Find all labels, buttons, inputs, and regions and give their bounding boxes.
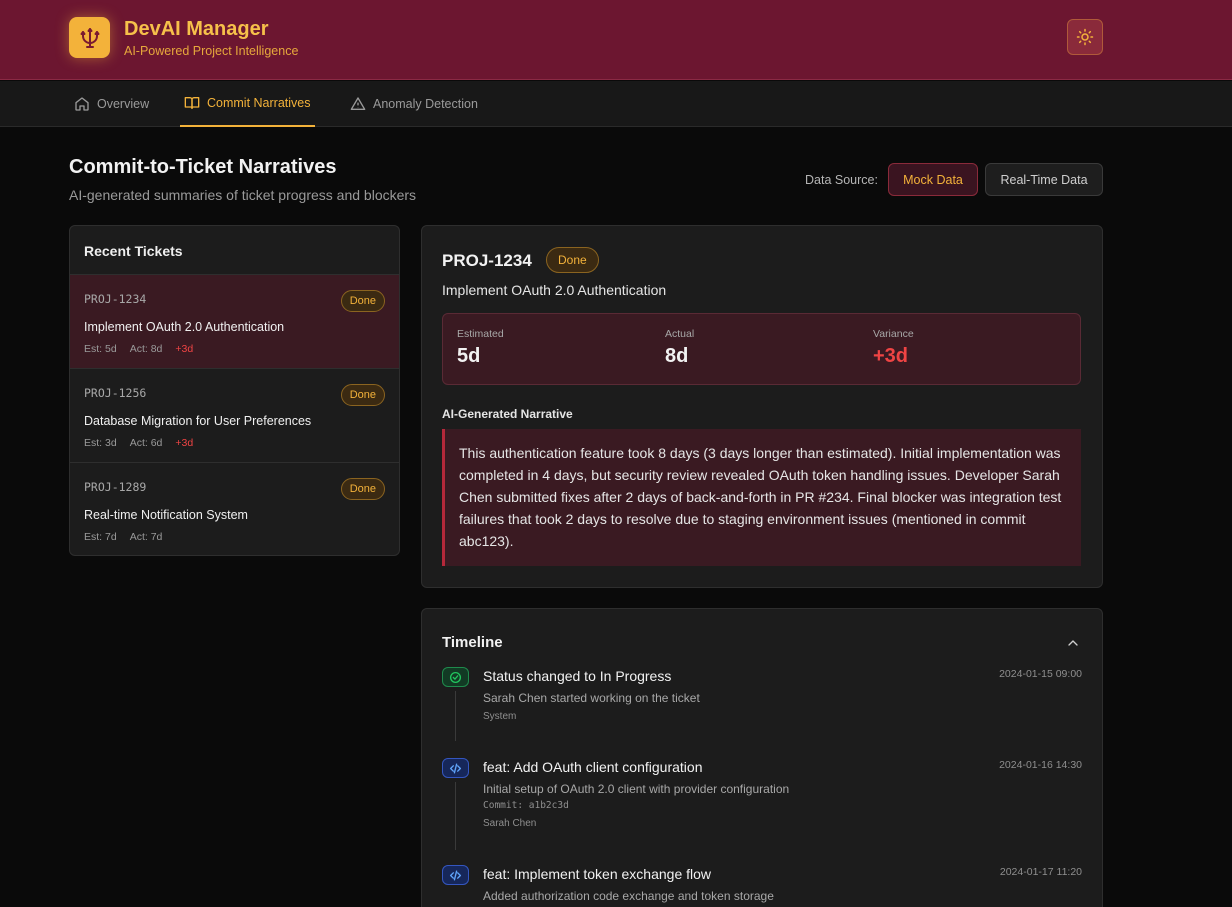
estimated-label: Estimated: [457, 328, 504, 340]
collapse-toggle-button[interactable]: [1063, 633, 1083, 653]
tab-label: Commit Narratives: [207, 96, 311, 110]
variance-label: Variance: [873, 328, 914, 340]
ticket-estimate: Est: 7d: [84, 531, 117, 543]
real-time-data-button[interactable]: Real-Time Data: [985, 163, 1103, 196]
ticket-item[interactable]: PROJ-1256 Done Database Migration for Us…: [70, 369, 399, 463]
sun-icon: [1076, 28, 1094, 46]
ticket-id: PROJ-1256: [84, 386, 147, 400]
ticket-variance: +3d: [175, 343, 194, 355]
book-icon: [184, 97, 200, 109]
event-title: Status changed to In Progress: [483, 668, 672, 684]
home-icon: [75, 97, 89, 111]
ticket-id: PROJ-1289: [84, 480, 147, 494]
timeline-card: Timeline Status changed to In Progress 2…: [421, 608, 1103, 907]
timeline-connector: [455, 782, 456, 850]
event-description: Added authorization code exchange and to…: [483, 889, 774, 903]
recent-tickets-panel: Recent Tickets PROJ-1234 Done Implement …: [69, 225, 400, 556]
ticket-variance: +3d: [175, 437, 194, 449]
timeline-connector: [455, 691, 456, 741]
code-icon: [442, 758, 469, 778]
ticket-item[interactable]: PROJ-1234 Done Implement OAuth 2.0 Authe…: [70, 275, 399, 369]
main-nav: Overview Commit Narratives Anomaly Detec…: [0, 81, 1232, 127]
ticket-actual: Act: 7d: [129, 531, 163, 543]
theme-toggle-button[interactable]: [1067, 19, 1103, 55]
tab-overview[interactable]: Overview: [74, 81, 149, 127]
event-date: 2024-01-15 09:00: [999, 668, 1082, 680]
status-badge: Done: [340, 478, 385, 500]
ticket-title: Implement OAuth 2.0 Authentication: [84, 320, 285, 334]
page-title: Commit-to-Ticket Narratives: [69, 156, 337, 178]
event-date: 2024-01-16 14:30: [999, 759, 1082, 771]
ticket-estimate: Est: 3d: [84, 437, 117, 449]
event-title: feat: Implement token exchange flow: [483, 866, 712, 882]
ticket-detail-card: PROJ-1234 Done Implement OAuth 2.0 Authe…: [421, 225, 1103, 588]
ticket-title: Database Migration for User Preferences: [84, 414, 312, 428]
page-subtitle: AI-generated summaries of ticket progres…: [69, 187, 417, 203]
mock-data-button[interactable]: Mock Data: [888, 163, 978, 196]
app-subtitle: AI-Powered Project Intelligence: [124, 44, 299, 58]
ticket-item[interactable]: PROJ-1289 Done Real-time Notification Sy…: [70, 463, 399, 555]
event-description: Sarah Chen started working on the ticket: [483, 691, 700, 705]
ticket-id: PROJ-1234: [84, 292, 147, 306]
status-badge: Done: [340, 290, 385, 312]
trident-icon: [69, 17, 110, 58]
variance-value: +3d: [873, 345, 909, 367]
status-badge: Done: [546, 247, 599, 273]
tab-label: Anomaly Detection: [373, 97, 478, 111]
status-badge: Done: [340, 384, 385, 406]
estimated-value: 5d: [457, 345, 481, 367]
tab-commit-narratives[interactable]: Commit Narratives: [180, 81, 315, 127]
event-title: feat: Add OAuth client configuration: [483, 759, 703, 775]
ticket-title: Real-time Notification System: [84, 508, 248, 522]
app-title: DevAI Manager: [124, 18, 269, 40]
recent-tickets-heading: Recent Tickets: [70, 226, 399, 275]
actual-label: Actual: [665, 328, 695, 340]
check-circle-icon: [442, 667, 469, 687]
timeline-heading: Timeline: [442, 634, 503, 651]
app-header: DevAI Manager AI-Powered Project Intelli…: [0, 0, 1232, 80]
event-author: System: [483, 711, 517, 722]
chevron-up-icon: [1068, 640, 1078, 646]
detail-ticket-id: PROJ-1234: [442, 251, 532, 270]
estimate-stats: Estimated 5d Actual 8d Variance +3d: [442, 313, 1081, 385]
tab-label: Overview: [97, 97, 150, 111]
detail-ticket-title: Implement OAuth 2.0 Authentication: [442, 282, 667, 298]
warning-triangle-icon: [350, 97, 366, 110]
narrative-text: This authentication feature took 8 days …: [442, 429, 1081, 566]
tab-anomaly-detection[interactable]: Anomaly Detection: [350, 81, 478, 127]
ticket-estimate: Est: 5d: [84, 343, 117, 355]
actual-value: 8d: [665, 345, 689, 367]
narrative-heading: AI-Generated Narrative: [442, 407, 573, 421]
event-date: 2024-01-17 11:20: [999, 866, 1082, 878]
code-icon: [442, 865, 469, 885]
data-source-label: Data Source:: [805, 173, 878, 187]
ticket-actual: Act: 8d: [129, 343, 163, 355]
ticket-actual: Act: 6d: [129, 437, 163, 449]
event-description: Initial setup of OAuth 2.0 client with p…: [483, 782, 790, 796]
event-commit: Commit: a1b2c3d: [483, 800, 569, 811]
event-author: Sarah Chen: [483, 818, 537, 829]
